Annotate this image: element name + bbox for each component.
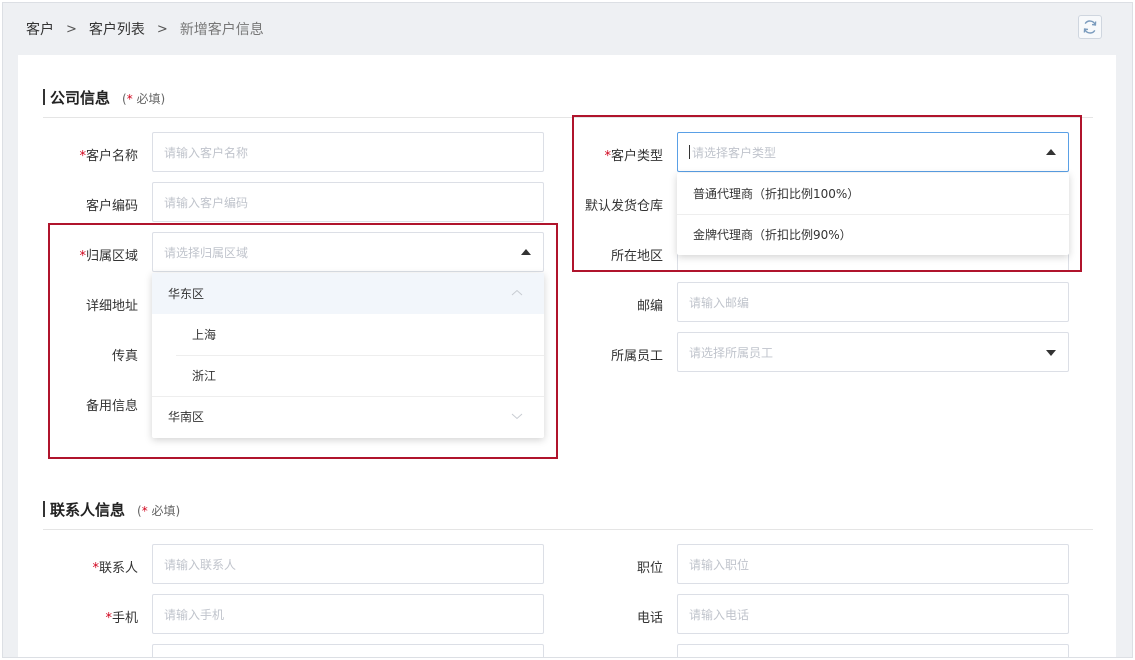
mobile-label: *手机 [18, 607, 138, 626]
label-text: 归属区域 [85, 249, 138, 264]
location-label: 所在地区 [610, 249, 663, 264]
employee-select[interactable]: 请选择所属员工 [677, 332, 1069, 372]
customer-name-input[interactable]: 请输入客户名称 [152, 132, 544, 172]
mobile-input[interactable]: 请输入手机 [152, 594, 544, 634]
warehouse-label: 默认发货仓库 [584, 199, 663, 214]
extra-input-left[interactable] [152, 644, 544, 657]
placeholder-text: 请输入邮编 [689, 295, 750, 310]
region-dropdown: 华东区 上海 浙江 华南区 [152, 273, 544, 438]
app-frame: 客户 > 客户列表 > 新增客户信息 公司信息 (* 必填) *客户名称 请输入… [2, 2, 1133, 658]
placeholder-text: 请选择客户类型 [692, 145, 777, 160]
fax-label: 传真 [111, 349, 138, 364]
customer-type-label: *客户类型 [543, 145, 663, 164]
customer-name-label: *客户名称 [18, 145, 138, 164]
type-option-regular[interactable]: 普通代理商（折扣比例100%） [677, 173, 1069, 214]
section-bar [43, 501, 45, 517]
company-section-title: 公司信息 (* 必填) [43, 87, 165, 108]
contact-label: *联系人 [18, 557, 138, 576]
label-text: 联系人 [98, 561, 138, 576]
required-hint: (* 必填) [137, 502, 180, 519]
placeholder-text: 请输入职位 [689, 557, 750, 572]
postcode-input[interactable]: 请输入邮编 [677, 282, 1069, 322]
remark-label: 备用信息 [85, 399, 138, 414]
option-label: 浙江 [192, 369, 217, 383]
breadcrumb-item-current: 新增客户信息 [179, 22, 264, 38]
option-label: 华南区 [168, 410, 205, 424]
refresh-button[interactable] [1078, 15, 1102, 39]
region-label: *归属区域 [18, 245, 138, 264]
postcode-label: 邮编 [636, 299, 663, 314]
region-group-south[interactable]: 华南区 [152, 396, 544, 437]
required-text: 必填) [147, 504, 181, 518]
region-option-shanghai[interactable]: 上海 [152, 314, 544, 355]
text-cursor [689, 145, 690, 159]
option-label: 金牌代理商（折扣比例90%） [693, 228, 852, 242]
placeholder-text: 请输入联系人 [164, 557, 237, 572]
chevron-down-icon [511, 413, 523, 420]
label-text: 手机 [111, 611, 138, 626]
breadcrumb: 客户 > 客户列表 > 新增客户信息 [26, 19, 264, 39]
option-label: 上海 [192, 328, 217, 342]
section-divider [43, 529, 1093, 530]
placeholder-text: 请输入客户名称 [164, 145, 249, 160]
phone-input[interactable]: 请输入电话 [677, 594, 1069, 634]
top-bar: 客户 > 客户列表 > 新增客户信息 [3, 3, 1132, 55]
required-text: 必填) [132, 92, 166, 106]
customer-type-select[interactable]: 请选择客户类型 [677, 132, 1069, 172]
phone-label: 电话 [636, 611, 663, 626]
breadcrumb-item-customer[interactable]: 客户 [26, 19, 54, 39]
contact-section-heading: 联系人信息 [50, 501, 126, 519]
extra-input-right[interactable] [677, 644, 1069, 657]
placeholder-text: 请输入手机 [164, 607, 225, 622]
section-divider [43, 117, 1093, 118]
chevron-up-icon [511, 289, 523, 296]
contact-section-title: 联系人信息 (* 必填) [43, 499, 180, 520]
company-section-heading: 公司信息 [50, 89, 111, 107]
form-card: 公司信息 (* 必填) *客户名称 请输入客户名称 客户编码 请输入客户编码 *… [18, 55, 1116, 657]
option-label: 普通代理商（折扣比例100%） [693, 187, 860, 201]
refresh-icon [1083, 20, 1097, 34]
placeholder-text: 请输入客户编码 [164, 195, 249, 210]
type-option-gold[interactable]: 金牌代理商（折扣比例90%） [677, 214, 1069, 255]
placeholder-text: 请选择归属区域 [164, 245, 249, 260]
customer-type-dropdown: 普通代理商（折扣比例100%） 金牌代理商（折扣比例90%） [677, 173, 1069, 255]
address-label: 详细地址 [85, 299, 138, 314]
position-input[interactable]: 请输入职位 [677, 544, 1069, 584]
caret-up-icon [521, 249, 531, 255]
contact-input[interactable]: 请输入联系人 [152, 544, 544, 584]
label-text: 客户类型 [610, 149, 663, 164]
required-hint: (* 必填) [122, 90, 165, 107]
section-bar [43, 89, 45, 105]
breadcrumb-separator: > [156, 21, 168, 37]
breadcrumb-item-customer-list[interactable]: 客户列表 [89, 19, 145, 39]
employee-label: 所属员工 [610, 349, 663, 364]
region-option-zhejiang[interactable]: 浙江 [152, 355, 544, 396]
region-group-east[interactable]: 华东区 [152, 273, 544, 314]
label-text: 客户名称 [85, 149, 138, 164]
position-label: 职位 [636, 561, 663, 576]
caret-down-icon [1046, 350, 1056, 356]
caret-up-icon [1046, 149, 1056, 155]
customer-code-label: 客户编码 [85, 199, 138, 214]
customer-code-input[interactable]: 请输入客户编码 [152, 182, 544, 222]
placeholder-text: 请输入电话 [689, 607, 750, 622]
region-select[interactable]: 请选择归属区域 [152, 232, 544, 272]
option-label: 华东区 [168, 287, 205, 301]
breadcrumb-separator: > [66, 21, 77, 37]
placeholder-text: 请选择所属员工 [689, 345, 774, 360]
